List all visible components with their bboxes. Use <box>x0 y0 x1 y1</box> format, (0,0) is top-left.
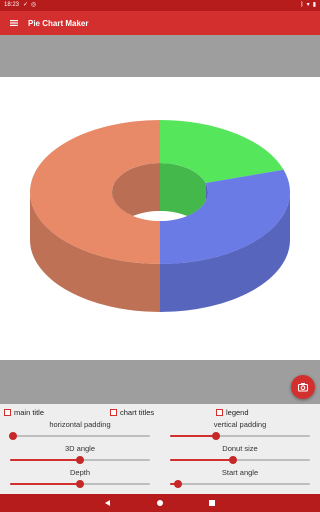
slider-fill <box>170 459 233 461</box>
checkbox-label: chart titles <box>120 408 155 417</box>
slider-label: Depth <box>69 468 90 477</box>
nav-back-button[interactable] <box>103 498 113 508</box>
nav-home-button[interactable] <box>155 498 165 508</box>
slider-thumb[interactable] <box>174 480 183 488</box>
screenshot-button[interactable] <box>291 375 315 399</box>
donut-size-control: Donut size <box>170 444 310 465</box>
slider-thumb[interactable] <box>76 480 84 488</box>
bluetooth-icon: ᛒ <box>300 2 304 8</box>
slider-label: vertical padding <box>213 420 267 429</box>
status-time: 18:23 <box>4 2 20 8</box>
wifi-icon: ▾ <box>306 2 310 8</box>
checkbox-row: main title chart titles legend <box>0 406 320 418</box>
horizontal-padding-slider[interactable] <box>8 431 150 441</box>
start-angle-control: Start angle <box>170 468 310 489</box>
donut-chart <box>30 120 291 312</box>
menu-button[interactable] <box>0 11 28 35</box>
checkbox-label: main title <box>14 408 45 417</box>
checkbox-box <box>4 409 11 416</box>
slider-thumb[interactable] <box>8 432 17 440</box>
donut-size-slider[interactable] <box>170 455 310 465</box>
slider-thumb[interactable] <box>212 432 221 440</box>
vertical-padding-control: vertical padding <box>170 420 310 441</box>
horizontal-padding-control: horizontal padding <box>8 420 150 441</box>
top-padding-area <box>0 35 320 77</box>
main-title-checkbox[interactable]: main title <box>4 408 44 417</box>
app-title: Pie Chart Maker <box>28 18 89 28</box>
settings-panel: main title chart titles legend horizonta… <box>0 404 320 494</box>
slider-thumb[interactable] <box>229 456 237 464</box>
checkbox-label: legend <box>226 408 249 417</box>
3d-angle-slider[interactable] <box>10 455 150 465</box>
slider-track <box>10 435 150 437</box>
hamburger-menu-icon <box>10 20 18 26</box>
slider-label: Donut size <box>222 444 258 453</box>
battery-icon: ▮ <box>312 2 316 8</box>
depth-control: Depth <box>10 468 150 489</box>
nav-recents-button[interactable] <box>207 498 217 508</box>
vertical-padding-slider[interactable] <box>170 431 310 441</box>
signal-check-icon: ✓ <box>23 2 29 8</box>
recents-icon <box>209 500 215 506</box>
start-angle-slider[interactable] <box>170 479 310 489</box>
slider-fill <box>170 435 217 437</box>
system-nav-bar <box>0 494 320 512</box>
checkbox-box <box>216 409 223 416</box>
back-icon <box>105 500 110 506</box>
camera-icon <box>297 383 309 392</box>
checkbox-box <box>110 409 117 416</box>
3d-angle-control: 3D angle <box>10 444 150 465</box>
app-bar: Pie Chart Maker <box>0 11 320 35</box>
data-saver-icon: ◎ <box>31 2 37 8</box>
home-icon <box>157 500 163 506</box>
slider-fill <box>10 459 80 461</box>
slider-track <box>170 483 310 485</box>
slider-label: Start angle <box>221 468 259 477</box>
legend-checkbox[interactable]: legend <box>216 408 249 417</box>
depth-slider[interactable] <box>10 479 150 489</box>
chart-area <box>0 77 320 360</box>
slider-thumb[interactable] <box>76 456 84 464</box>
status-bar: 18:23 ✓ ◎ ᛒ ▾ ▮ <box>0 0 320 11</box>
slider-label: 3D angle <box>64 444 96 453</box>
slider-label: horizontal padding <box>49 420 111 429</box>
chart-titles-checkbox[interactable]: chart titles <box>110 408 154 417</box>
bottom-padding-area <box>0 360 320 404</box>
slider-fill <box>10 483 80 485</box>
